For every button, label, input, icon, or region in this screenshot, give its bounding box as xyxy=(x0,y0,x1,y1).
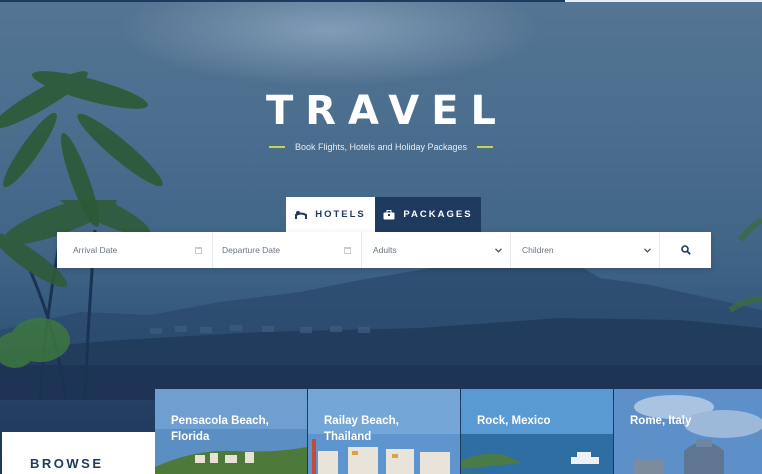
calendar-icon[interactable] xyxy=(195,246,202,254)
destination-photo xyxy=(461,389,613,474)
top-border-accent xyxy=(565,0,762,2)
destination-card[interactable]: Rock, Mexico xyxy=(461,389,613,474)
destination-name: Railay Beach, Thailand xyxy=(324,415,399,443)
tab-packages-label: PACKAGES xyxy=(403,209,473,220)
subtitle-dash-left xyxy=(268,146,285,148)
tab-hotels[interactable]: HOTELS xyxy=(286,197,375,232)
search-bar: Arrival Date Departure Date Adults Child… xyxy=(57,232,711,268)
arrival-date-field[interactable]: Arrival Date xyxy=(57,232,213,268)
destination-name: Pensacola Beach, Florida xyxy=(171,415,269,443)
destination-photo xyxy=(614,389,762,474)
browse-heading: BROWSE xyxy=(30,456,104,471)
destination-card[interactable]: Railay Beach, Thailand xyxy=(308,389,460,474)
suitcase-icon xyxy=(383,209,395,219)
subtitle: Book Flights, Hotels and Holiday Package… xyxy=(294,142,468,152)
search-button[interactable] xyxy=(660,232,711,268)
children-select[interactable]: Children xyxy=(511,232,660,268)
arrival-date-placeholder: Arrival Date xyxy=(73,245,118,255)
hotel-bed-icon xyxy=(295,210,308,219)
chevron-down-icon xyxy=(644,247,651,253)
departure-date-placeholder: Departure Date xyxy=(222,245,281,255)
booking-tabs: HOTELS PACKAGES xyxy=(286,197,481,232)
page-title: TRAVEL xyxy=(265,88,509,134)
departure-date-field[interactable]: Departure Date xyxy=(213,232,362,268)
children-placeholder: Children xyxy=(522,245,554,255)
calendar-icon[interactable] xyxy=(344,246,351,254)
destination-name: Rome, Italy xyxy=(630,415,692,427)
chevron-down-icon xyxy=(495,247,502,253)
destination-card[interactable]: Pensacola Beach, Florida xyxy=(155,389,307,474)
palm-leaves-top xyxy=(0,71,163,228)
tab-hotels-label: HOTELS xyxy=(315,209,366,220)
tab-packages[interactable]: PACKAGES xyxy=(375,197,481,232)
destination-card[interactable]: Rome, Italy xyxy=(614,389,762,474)
adults-placeholder: Adults xyxy=(373,245,397,255)
adults-select[interactable]: Adults xyxy=(362,232,511,268)
subtitle-row: Book Flights, Hotels and Holiday Package… xyxy=(0,142,762,152)
destination-name: Rock, Mexico xyxy=(477,415,551,427)
search-icon xyxy=(680,245,691,255)
subtitle-dash-right xyxy=(477,146,494,148)
